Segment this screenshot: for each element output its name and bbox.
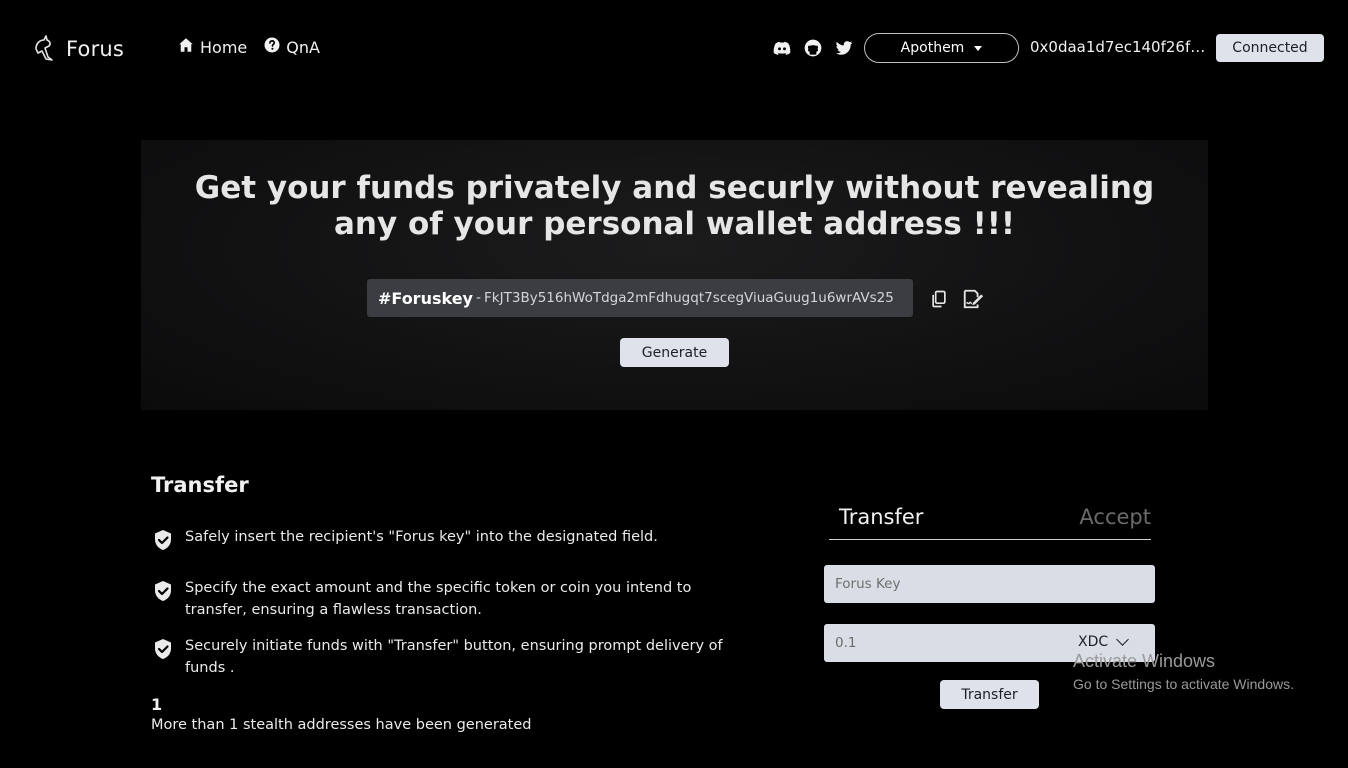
network-selector[interactable]: Apothem [864,33,1019,63]
transfer-accept-tabs: Transfer Accept [829,500,1151,540]
sign-document-icon[interactable] [962,288,984,310]
copy-icon[interactable] [928,288,950,310]
github-icon[interactable] [802,37,824,59]
hero-title: Get your funds privately and securly wit… [194,170,1155,242]
hero-panel: Get your funds privately and securly wit… [141,140,1208,410]
discord-icon[interactable] [771,37,793,59]
forus-key-separator: - [475,290,482,306]
forus-key-field[interactable] [824,565,1155,603]
key-actions [928,288,984,310]
connected-button[interactable]: Connected [1216,34,1324,62]
brand-name: Forus [66,37,125,61]
tab-accept[interactable]: Accept [1079,505,1151,529]
generate-button[interactable]: Generate [620,338,729,367]
step-item: Safely insert the recipient's "Forus key… [151,526,731,559]
top-navbar: Forus Home QnA Apothem 0x0daa1d7ec140f26… [0,0,1348,96]
home-icon [177,36,195,58]
twitter-icon[interactable] [833,37,855,59]
nav-qna-label: QnA [286,37,320,57]
step-item: Securely initiate funds with "Transfer" … [151,635,731,679]
step-item: Specify the exact amount and the specifi… [151,577,731,621]
windows-activation-title: Activate Windows [1073,651,1216,671]
nav-qna[interactable]: QnA [263,36,320,58]
windows-activation-subtitle: Go to Settings to activate Windows. [1073,676,1294,692]
stealth-address-count-text: More than 1 stealth addresses have been … [151,717,532,733]
nav-home[interactable]: Home [177,36,247,58]
main-nav: Home QnA [177,36,320,58]
stealth-address-count: 1 [151,695,163,714]
nav-home-label: Home [200,37,248,57]
shield-check-icon [151,577,175,610]
transfer-button[interactable]: Transfer [940,680,1039,709]
tab-transfer[interactable]: Transfer [839,505,923,529]
caret-down-icon [974,45,983,51]
social-links [771,37,855,59]
transfer-section-title: Transfer [151,473,249,497]
transfer-steps: Safely insert the recipient's "Forus key… [151,526,731,679]
network-label: Apothem [900,40,965,56]
step-text: Securely initiate funds with "Transfer" … [185,638,723,676]
shield-check-icon [151,526,175,559]
forus-key-display: #Foruskey - FkJT3By516hWoTdga2mFdhugqt7s… [367,279,913,317]
chevron-down-icon [1116,633,1130,646]
amount-input[interactable]: 0.1 [835,635,856,651]
forus-key-value: FkJT3By516hWoTdga2mFdhugqt7scegViuaGuug1… [484,290,894,306]
question-circle-icon [263,36,281,58]
step-text: Specify the exact amount and the specifi… [185,580,692,618]
brand-logo[interactable]: Forus [32,31,124,67]
token-selector[interactable]: XDC [1078,633,1130,650]
wallet-address[interactable]: 0x0daa1d7ec140f26fb... [1030,38,1208,56]
forus-key-input[interactable] [835,576,1055,592]
token-label: XDC [1078,634,1109,650]
forus-key-label: #Foruskey [378,288,473,308]
step-text: Safely insert the recipient's "Forus key… [185,529,658,545]
shield-check-icon [151,635,175,668]
kangaroo-logo-icon [32,31,56,67]
